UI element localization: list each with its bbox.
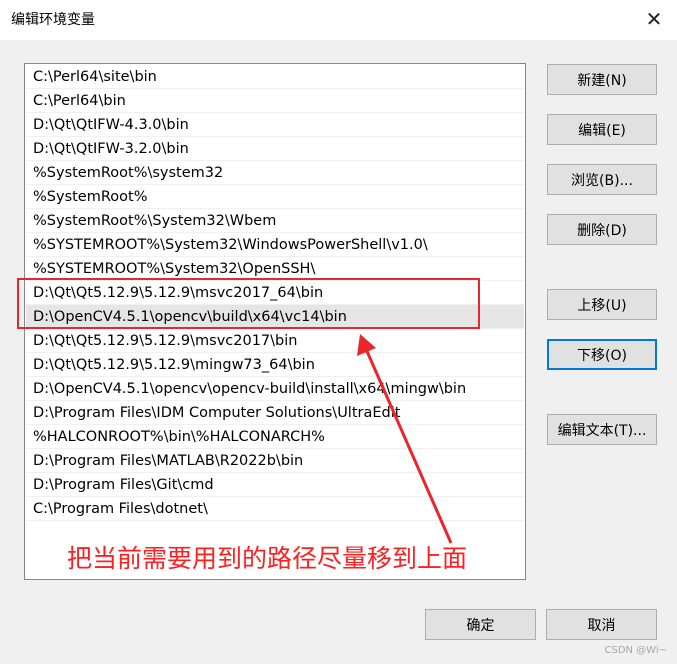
list-item[interactable]: C:\Program Files\dotnet\ <box>26 497 524 521</box>
list-item[interactable]: D:\Qt\QtIFW-4.3.0\bin <box>26 113 524 137</box>
ok-button[interactable]: 确定 <box>425 609 536 640</box>
window-title: 编辑环境变量 <box>11 12 95 28</box>
list-item[interactable]: D:\OpenCV4.5.1\opencv\build\x64\vc14\bin <box>26 305 524 329</box>
watermark: CSDN @Wi~ <box>604 645 667 656</box>
title-bar: 编辑环境变量 ✕ <box>0 0 677 40</box>
edit-text-button[interactable]: 编辑文本(T)... <box>547 414 657 445</box>
move-down-button[interactable]: 下移(O) <box>547 339 657 370</box>
list-item[interactable]: %SystemRoot%\system32 <box>26 161 524 185</box>
list-item[interactable]: C:\Perl64\site\bin <box>26 65 524 89</box>
list-item[interactable]: %SYSTEMROOT%\System32\WindowsPowerShell\… <box>26 233 524 257</box>
list-item[interactable]: C:\Perl64\bin <box>26 89 524 113</box>
list-item[interactable]: D:\Qt\Qt5.12.9\5.12.9\msvc2017_64\bin <box>26 281 524 305</box>
list-item[interactable]: %SystemRoot%\System32\Wbem <box>26 209 524 233</box>
browse-button[interactable]: 浏览(B)... <box>547 164 657 195</box>
close-button[interactable]: ✕ <box>631 0 677 38</box>
move-up-button[interactable]: 上移(U) <box>547 289 657 320</box>
list-item[interactable]: %HALCONROOT%\bin\%HALCONARCH% <box>26 425 524 449</box>
list-item[interactable]: D:\OpenCV4.5.1\opencv\opencv-build\insta… <box>26 377 524 401</box>
delete-button[interactable]: 删除(D) <box>547 214 657 245</box>
close-icon: ✕ <box>645 7 663 31</box>
list-item[interactable]: D:\Qt\Qt5.12.9\5.12.9\msvc2017\bin <box>26 329 524 353</box>
list-item[interactable]: %SystemRoot% <box>26 185 524 209</box>
list-item[interactable]: D:\Qt\QtIFW-3.2.0\bin <box>26 137 524 161</box>
path-list[interactable]: C:\Perl64\site\bin C:\Perl64\bin D:\Qt\QtI… <box>24 63 526 580</box>
annotation-text: 把当前需要用到的路径尽量移到上面 <box>67 544 468 573</box>
edit-button[interactable]: 编辑(E) <box>547 114 657 145</box>
list-item[interactable]: D:\Program Files\IDM Computer Solutions\… <box>26 401 524 425</box>
list-item[interactable]: D:\Program Files\MATLAB\R2022b\bin <box>26 449 524 473</box>
new-button[interactable]: 新建(N) <box>547 64 657 95</box>
list-item[interactable]: D:\Qt\Qt5.12.9\5.12.9\mingw73_64\bin <box>26 353 524 377</box>
list-item[interactable]: %SYSTEMROOT%\System32\OpenSSH\ <box>26 257 524 281</box>
list-item[interactable]: D:\Program Files\Git\cmd <box>26 473 524 497</box>
cancel-button[interactable]: 取消 <box>546 609 657 640</box>
